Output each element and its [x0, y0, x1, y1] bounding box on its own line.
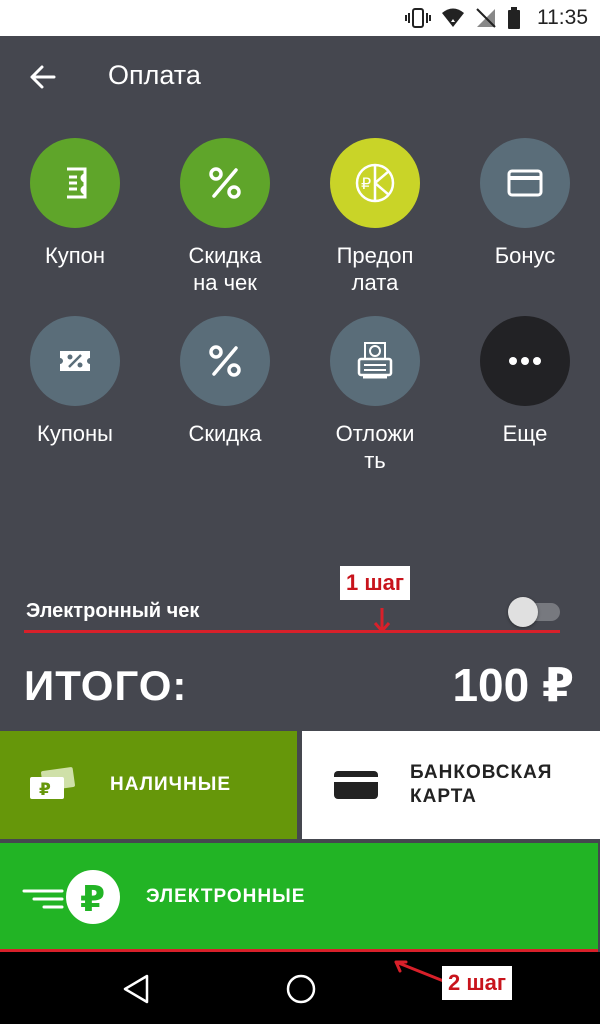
tile-postpone[interactable]: Отложи ть [300, 316, 450, 474]
total-value: 100 ₽ [452, 659, 574, 711]
status-bar: 11:35 [0, 0, 600, 36]
electronic-button[interactable]: ₽ ЭЛЕКТРОННЫЕ [0, 843, 598, 951]
nav-back-icon[interactable] [119, 972, 153, 1006]
toggle-knob [508, 597, 538, 627]
tile-label: Бонус [494, 243, 556, 268]
echeck-label: Электронный чек [26, 600, 200, 622]
card-button[interactable]: БАНКОВСКАЯ КАРТА [302, 731, 600, 839]
app-bar: Оплата [0, 36, 600, 122]
battery-icon [508, 7, 520, 29]
receipt-printer-icon [330, 316, 420, 406]
prepayment-icon: ₽ [330, 138, 420, 228]
total-label: ИТОГО: [24, 662, 188, 709]
nav-home-icon[interactable] [284, 972, 318, 1006]
coupon-icon [30, 138, 120, 228]
annotation-arrow-down-icon [373, 608, 391, 634]
tile-label: Еще [502, 421, 548, 446]
status-time: 11:35 [537, 6, 588, 29]
tile-coupon[interactable]: Купон [0, 138, 150, 269]
cash-button[interactable]: ₽ НАЛИЧНЫЕ [0, 731, 297, 839]
no-signal-icon [476, 8, 496, 28]
more-icon [480, 316, 570, 406]
tile-discount[interactable]: Скидка [150, 316, 300, 447]
annotation-arrow-icon [394, 960, 448, 984]
tile-prepayment[interactable]: ₽ Предоп лата [300, 138, 450, 296]
card-label: БАНКОВСКАЯ КАРТА [410, 762, 553, 807]
tile-label: Скидка [188, 421, 262, 446]
tile-more[interactable]: Еще [450, 316, 600, 447]
tile-bonus[interactable]: Бонус [450, 138, 600, 269]
cash-icon: ₽ [30, 767, 75, 800]
arrow-back-icon [30, 65, 56, 89]
electronic-ruble-icon: ₽ [22, 870, 120, 924]
wifi-icon [442, 8, 464, 27]
svg-text:₽: ₽ [361, 174, 371, 193]
vibrate-icon [405, 8, 431, 28]
page-title: Оплата [108, 60, 201, 90]
tile-coupons[interactable]: Купоны [0, 316, 150, 447]
svg-text:₽: ₽ [39, 780, 51, 800]
tile-label: Скидка на чек [188, 243, 262, 295]
annotation-step-1: 1 шаг [340, 566, 411, 600]
tile-check-discount[interactable]: Скидка на чек [150, 138, 300, 296]
tile-label: Купон [44, 243, 106, 268]
annotation-underline [24, 630, 560, 633]
bank-card-icon [334, 771, 378, 799]
card-icon [480, 138, 570, 228]
tile-label: Отложи ть [335, 421, 415, 473]
electronic-label: ЭЛЕКТРОННЫЕ [146, 886, 306, 907]
status-icons: 11:35 [405, 0, 588, 36]
tile-label: Предоп лата [336, 243, 414, 295]
tile-label: Купоны [37, 421, 113, 446]
percent-icon [180, 316, 270, 406]
annotation-step-2: 2 шаг [442, 966, 513, 1000]
coupons-icon [30, 316, 120, 406]
echeck-toggle[interactable] [508, 597, 560, 627]
cash-label: НАЛИЧНЫЕ [110, 774, 232, 795]
back-button[interactable] [26, 60, 60, 94]
svg-text:₽: ₽ [80, 879, 105, 920]
percent-icon [180, 138, 270, 228]
